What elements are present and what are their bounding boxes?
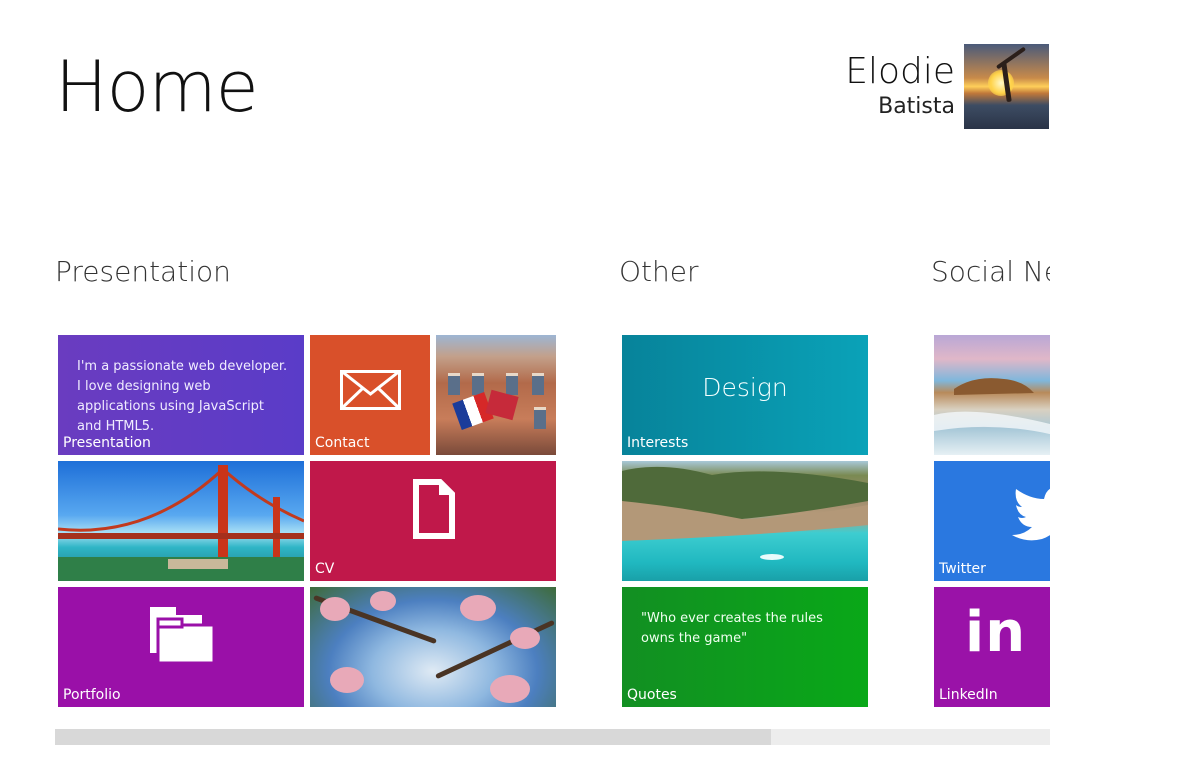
tile-label: Twitter bbox=[939, 561, 986, 578]
tile-photo-cove[interactable] bbox=[622, 461, 868, 581]
tile-linkedin[interactable]: in LinkedIn bbox=[934, 587, 1050, 707]
quote-text: "Who ever creates the rules owns the gam… bbox=[641, 611, 823, 646]
blossom bbox=[370, 591, 396, 611]
branch bbox=[435, 619, 555, 680]
group-title-social: Social Networks bbox=[931, 255, 1050, 288]
tile-quotes[interactable]: "Who ever creates the rules owns the gam… bbox=[622, 587, 868, 707]
tile-cv[interactable]: CV bbox=[310, 461, 556, 581]
tile-label: LinkedIn bbox=[939, 687, 998, 704]
tile-twitter[interactable]: Twitter bbox=[934, 461, 1050, 581]
blossom bbox=[490, 675, 530, 703]
tile-photo-golden-gate[interactable] bbox=[58, 461, 304, 581]
tile-interests[interactable]: Design Interests bbox=[622, 335, 868, 455]
group-title-other: Other bbox=[619, 255, 699, 288]
interests-headline: Design bbox=[702, 373, 788, 402]
linkedin-icon: in bbox=[965, 600, 1027, 665]
building-window bbox=[534, 407, 546, 429]
tile-label: Portfolio bbox=[63, 687, 121, 704]
blossom bbox=[320, 597, 350, 621]
tile-label: CV bbox=[315, 561, 335, 578]
building-window bbox=[506, 373, 518, 395]
bridge-illustration bbox=[58, 465, 304, 581]
folder-icon bbox=[150, 607, 216, 665]
building-window bbox=[448, 373, 460, 395]
blossom bbox=[330, 667, 364, 693]
building-window bbox=[532, 373, 544, 395]
tile-label: Interests bbox=[627, 435, 689, 452]
tile-label: Presentation bbox=[63, 435, 151, 452]
blossom bbox=[510, 627, 540, 649]
group-title-presentation: Presentation bbox=[55, 255, 231, 288]
tiles-viewport: Presentation Other Social Networks I'm a… bbox=[0, 0, 1050, 768]
scrollbar-thumb[interactable] bbox=[55, 729, 772, 745]
envelope-icon bbox=[340, 370, 401, 410]
cove-illustration bbox=[622, 466, 868, 560]
presentation-description: I'm a passionate web developer. I love d… bbox=[77, 359, 288, 434]
document-icon bbox=[413, 479, 455, 539]
tile-contact[interactable]: Contact bbox=[310, 335, 430, 455]
tile-presentation[interactable]: I'm a passionate web developer. I love d… bbox=[58, 335, 304, 455]
blossom bbox=[460, 595, 496, 621]
tile-photo-beach[interactable] bbox=[934, 335, 1050, 455]
tile-label: Contact bbox=[315, 435, 370, 452]
tile-photo-capitole[interactable] bbox=[436, 335, 556, 455]
twitter-bird-icon bbox=[1012, 488, 1050, 541]
tile-label: Quotes bbox=[627, 687, 677, 704]
tile-photo-blossom[interactable] bbox=[310, 587, 556, 707]
tile-portfolio[interactable]: Portfolio bbox=[58, 587, 304, 707]
beach-illustration bbox=[934, 378, 1050, 435]
horizontal-scrollbar[interactable] bbox=[55, 729, 1050, 745]
